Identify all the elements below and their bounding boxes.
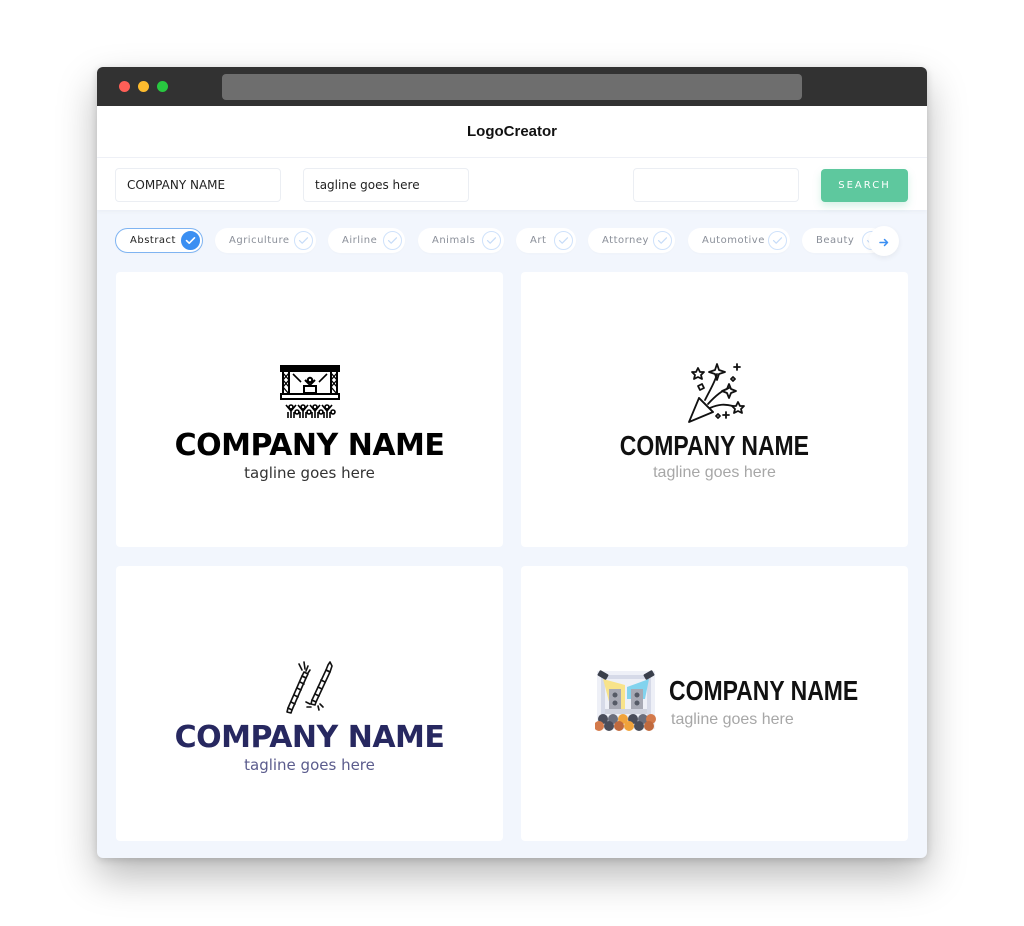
window-titlebar [97, 67, 927, 106]
logo-preview: COMPANY NAME tagline goes here [116, 660, 503, 776]
logo-card[interactable]: COMPANY NAME tagline goes here [116, 566, 503, 841]
category-chip-abstract[interactable]: Abstract [115, 228, 203, 253]
category-chip-label: Art [530, 235, 547, 246]
category-filter-bar: Abstract Agriculture Airline Animals Art [97, 210, 927, 270]
logo-card[interactable]: COMPANY NAME tagline goes here [521, 272, 908, 547]
company-name-input[interactable] [115, 168, 281, 202]
logo-preview: COMPANY NAME tagline goes here [116, 364, 503, 484]
category-chip-attorney[interactable]: Attorney [588, 228, 675, 253]
arrow-right-icon [879, 232, 889, 251]
logo-card[interactable]: COMPANY NAME tagline goes here [521, 566, 908, 841]
maximize-window-button[interactable] [157, 81, 168, 92]
check-icon [768, 231, 787, 250]
company-name-text: COMPANY NAME [619, 430, 810, 461]
category-chip-agriculture[interactable]: Agriculture [215, 228, 316, 253]
tagline-text: tagline goes here [244, 756, 375, 774]
tagline-text: tagline goes here [653, 464, 776, 481]
concert-stage-crowd-icon [279, 364, 341, 430]
check-icon [294, 231, 313, 250]
tagline-text: tagline goes here [244, 464, 375, 482]
tagline-input[interactable] [303, 168, 469, 202]
category-chip-animals[interactable]: Animals [418, 228, 504, 253]
tagline-text: tagline goes here [671, 711, 794, 728]
search-button[interactable]: SEARCH [821, 169, 908, 202]
party-popper-icon [683, 362, 747, 430]
category-chip-label: Agriculture [229, 235, 290, 246]
check-icon [653, 231, 672, 250]
check-icon [383, 231, 402, 250]
category-chip-label: Animals [432, 235, 476, 246]
app-title: LogoCreator [467, 123, 557, 140]
app-header: LogoCreator [97, 106, 927, 158]
check-icon [554, 231, 573, 250]
next-categories-button[interactable] [869, 226, 899, 256]
logo-card[interactable]: COMPANY NAME tagline goes here [116, 272, 503, 547]
address-bar[interactable] [222, 74, 802, 100]
logo-preview: COMPANY NAME tagline goes here [521, 362, 908, 484]
firecrackers-icon [282, 660, 338, 718]
toolbar: SEARCH [97, 158, 927, 210]
colored-stage-icon [594, 669, 657, 735]
company-name-text: COMPANY NAME [174, 720, 445, 755]
browser-window: LogoCreator SEARCH Abstract Agriculture … [97, 67, 927, 858]
category-chip-label: Abstract [130, 235, 176, 246]
category-chip-automotive[interactable]: Automotive [688, 228, 790, 253]
category-chip-airline[interactable]: Airline [328, 228, 405, 253]
category-chip-art[interactable]: Art [516, 228, 576, 253]
category-chip-label: Attorney [602, 235, 649, 246]
category-chip-label: Automotive [702, 235, 765, 246]
search-input[interactable] [633, 168, 799, 202]
close-window-button[interactable] [119, 81, 130, 92]
check-icon [181, 231, 200, 250]
company-name-text: COMPANY NAME [669, 675, 859, 706]
check-icon [482, 231, 501, 250]
company-name-text: COMPANY NAME [174, 428, 445, 463]
category-chip-label: Airline [342, 235, 378, 246]
minimize-window-button[interactable] [138, 81, 149, 92]
category-chip-label: Beauty [816, 235, 855, 246]
